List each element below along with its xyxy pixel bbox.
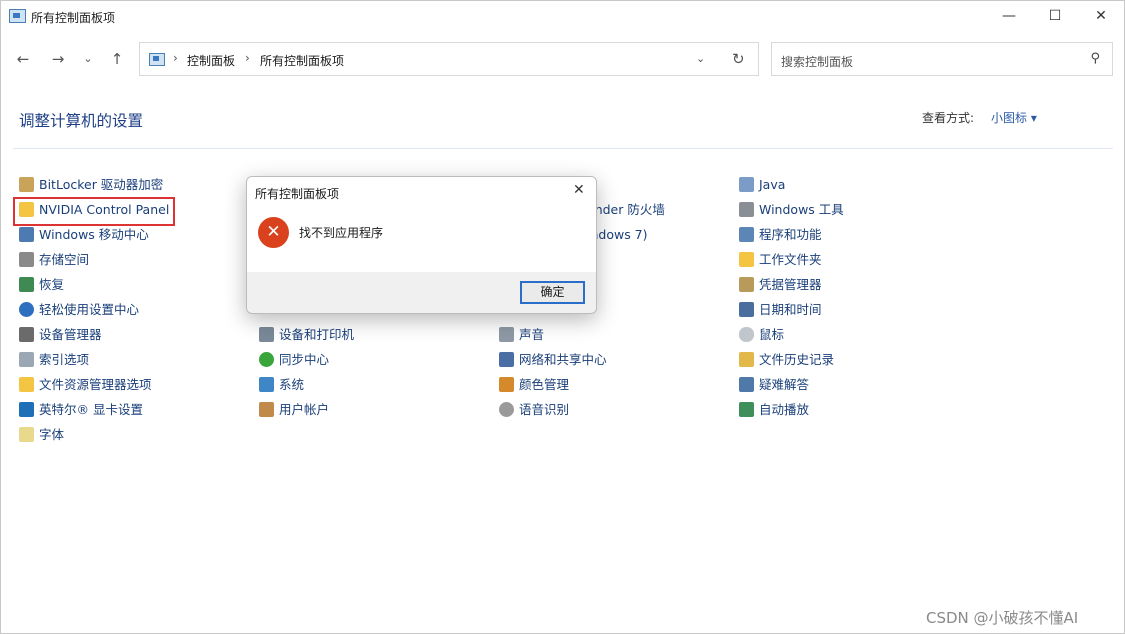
item-user-accounts[interactable]: 用户帐户 <box>259 400 329 420</box>
item-fonts[interactable]: 字体 <box>19 425 64 445</box>
search-icon: ⚲ <box>1090 51 1100 66</box>
control-panel-icon <box>149 53 165 66</box>
gear-icon <box>739 202 754 217</box>
item-file-explorer-options[interactable]: 文件资源管理器选项 <box>19 375 152 395</box>
intel-graphics-icon <box>19 402 34 417</box>
item-color-management[interactable]: 颜色管理 <box>499 375 569 395</box>
device-manager-icon <box>19 327 34 342</box>
ok-button[interactable]: 确定 <box>520 281 585 304</box>
programs-icon <box>739 227 754 242</box>
dialog-title: 所有控制面板项 <box>255 187 340 201</box>
work-folders-icon <box>739 252 754 267</box>
item-credential-manager[interactable]: 凭据管理器 <box>739 275 822 295</box>
microphone-icon <box>499 402 514 417</box>
item-indexing-options[interactable]: 索引选项 <box>19 350 89 370</box>
view-by-label: 查看方式: <box>922 111 975 125</box>
item-bitlocker[interactable]: BitLocker 驱动器加密 <box>19 175 163 195</box>
title-bar: 所有控制面板项 — ☐ ✕ <box>1 1 1124 33</box>
storage-icon <box>19 252 34 267</box>
item-network-sharing[interactable]: 网络和共享中心 <box>499 350 607 370</box>
up-button[interactable]: ↑ <box>107 50 127 68</box>
control-panel-icon <box>9 9 26 23</box>
page-heading: 调整计算机的设置 <box>19 112 144 130</box>
troubleshoot-icon <box>739 377 754 392</box>
mobility-center-icon <box>19 227 34 242</box>
maximize-button[interactable]: ☐ <box>1032 1 1078 31</box>
close-window-button[interactable]: ✕ <box>1078 1 1124 31</box>
minimize-button[interactable]: — <box>986 1 1032 31</box>
item-defender-firewall[interactable]: ender 防火墙 <box>587 200 665 220</box>
ease-of-access-icon <box>19 302 34 317</box>
view-by-dropdown[interactable]: 小图标 ▾ <box>991 109 1037 126</box>
back-button[interactable]: ← <box>13 50 33 68</box>
network-icon <box>499 352 514 367</box>
forward-button[interactable]: → <box>48 50 68 68</box>
breadcrumb-separator-icon: › <box>245 51 250 65</box>
item-storage-spaces[interactable]: 存储空间 <box>19 250 89 270</box>
printer-icon <box>259 327 274 342</box>
item-windows-mobility-center[interactable]: Windows 移动中心 <box>19 225 149 245</box>
item-system[interactable]: 系统 <box>259 375 304 395</box>
address-dropdown-icon[interactable]: ⌄ <box>696 52 705 65</box>
item-device-manager[interactable]: 设备管理器 <box>19 325 102 345</box>
speaker-icon <box>499 327 514 342</box>
dialog-message: 找不到应用程序 <box>299 226 384 240</box>
item-programs-features[interactable]: 程序和功能 <box>739 225 822 245</box>
item-windows-tools[interactable]: Windows 工具 <box>739 200 844 220</box>
color-management-icon <box>499 377 514 392</box>
java-icon <box>739 177 754 192</box>
file-history-icon <box>739 352 754 367</box>
divider <box>13 148 1113 149</box>
item-autoplay[interactable]: 自动播放 <box>739 400 809 420</box>
item-date-time[interactable]: 日期和时间 <box>739 300 822 320</box>
mouse-icon <box>739 327 754 342</box>
system-icon <box>259 377 274 392</box>
folder-icon <box>19 202 34 217</box>
control-panel-window: 所有控制面板项 — ☐ ✕ ← → ⌄ ↑ › 控制面板 › 所有控制面板项 ⌄… <box>0 0 1125 634</box>
item-intel-graphics[interactable]: 英特尔® 显卡设置 <box>19 400 143 420</box>
item-troubleshooting[interactable]: 疑难解答 <box>739 375 809 395</box>
clock-icon <box>739 302 754 317</box>
breadcrumb-separator-icon: › <box>173 51 178 65</box>
item-file-history[interactable]: 文件历史记录 <box>739 350 834 370</box>
item-work-folders[interactable]: 工作文件夹 <box>739 250 822 270</box>
folder-options-icon <box>19 377 34 392</box>
window-title: 所有控制面板项 <box>31 11 116 25</box>
item-devices-printers[interactable]: 设备和打印机 <box>259 325 354 345</box>
error-icon: ✕ <box>258 217 289 248</box>
sync-icon <box>259 352 274 367</box>
recovery-icon <box>19 277 34 292</box>
item-java[interactable]: Java <box>739 175 785 195</box>
bitlocker-icon <box>19 177 34 192</box>
dialog-close-button[interactable]: ✕ <box>573 182 585 198</box>
item-speech-recognition[interactable]: 语音识别 <box>499 400 569 420</box>
fonts-icon <box>19 427 34 442</box>
error-dialog: 所有控制面板项 ✕ ✕ 找不到应用程序 确定 <box>246 176 597 314</box>
refresh-button[interactable]: ↻ <box>732 50 745 68</box>
breadcrumb-control-panel[interactable]: 控制面板 <box>187 52 235 69</box>
item-ease-of-access[interactable]: 轻松使用设置中心 <box>19 300 139 320</box>
dialog-body: 所有控制面板项 ✕ ✕ 找不到应用程序 <box>247 177 596 272</box>
item-sync-center[interactable]: 同步中心 <box>259 350 329 370</box>
address-bar[interactable]: › 控制面板 › 所有控制面板项 ⌄ ↻ <box>139 42 759 76</box>
item-mouse[interactable]: 鼠标 <box>739 325 784 345</box>
autoplay-icon <box>739 402 754 417</box>
item-nvidia-control-panel[interactable]: NVIDIA Control Panel <box>19 200 169 220</box>
credential-icon <box>739 277 754 292</box>
breadcrumb-all-items[interactable]: 所有控制面板项 <box>260 52 344 69</box>
search-input[interactable]: 搜索控制面板 <box>781 53 853 70</box>
watermark: CSDN @小破孩不懂AI <box>926 609 1079 627</box>
item-sound[interactable]: 声音 <box>499 325 544 345</box>
recent-locations-button[interactable]: ⌄ <box>78 52 98 65</box>
search-box[interactable]: 搜索控制面板 ⚲ <box>771 42 1113 76</box>
user-accounts-icon <box>259 402 274 417</box>
item-recovery[interactable]: 恢复 <box>19 275 64 295</box>
indexing-icon <box>19 352 34 367</box>
